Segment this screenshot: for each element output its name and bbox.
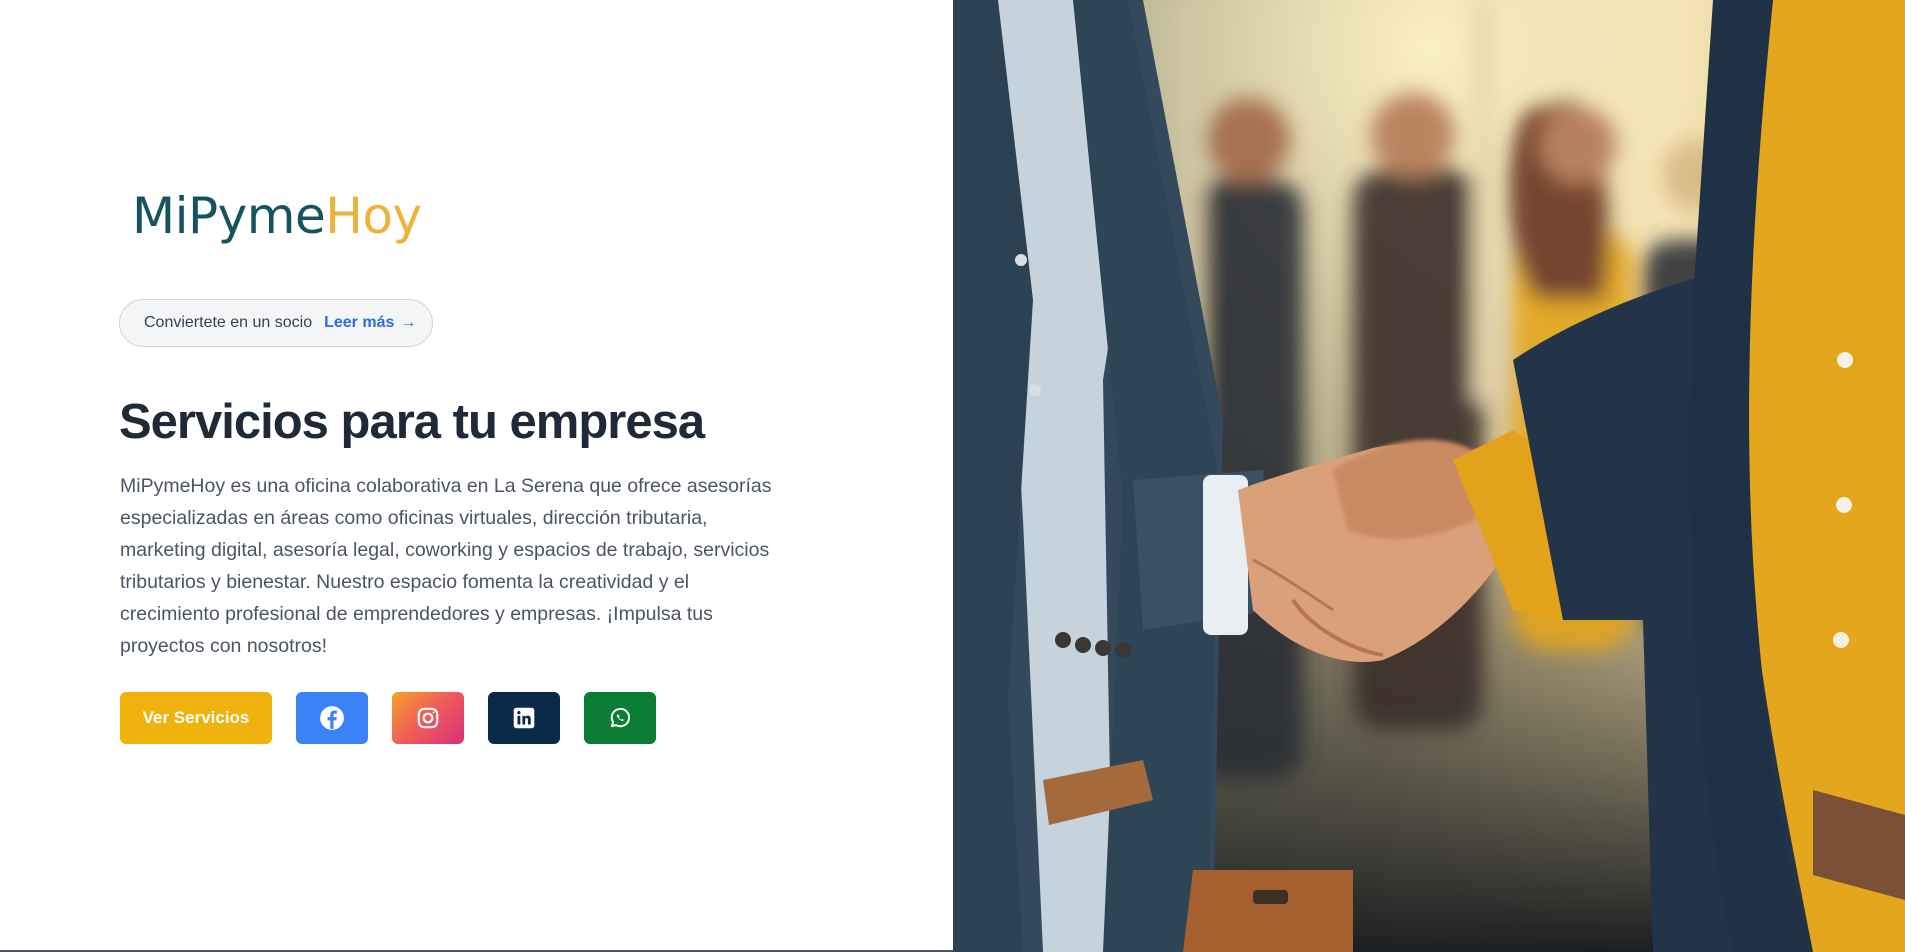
facebook-button[interactable] <box>296 692 368 744</box>
page: MiPymeHoy Conviertete en un socio Leer m… <box>0 0 1905 952</box>
whatsapp-button[interactable] <box>584 692 656 744</box>
linkedin-icon <box>511 705 537 731</box>
page-title: Servicios para tu empresa <box>119 395 705 449</box>
instagram-button[interactable] <box>392 692 464 744</box>
read-more-label: Leer más <box>324 314 395 331</box>
facebook-icon <box>319 705 345 731</box>
logo-part-hoy: Hoy <box>325 187 422 245</box>
hero-actions: Ver Servicios <box>120 692 656 744</box>
logo-part-mipyme: MiPyme <box>132 187 326 245</box>
hero-image <box>953 0 1905 952</box>
instagram-icon <box>415 705 441 731</box>
brand-logo[interactable]: MiPymeHoy <box>132 186 422 246</box>
hero-left-panel: MiPymeHoy Conviertete en un socio Leer m… <box>0 0 953 952</box>
arrow-right-icon: → <box>400 314 417 331</box>
linkedin-button[interactable] <box>488 692 560 744</box>
hero-description: MiPymeHoy es una oficina colaborativa en… <box>120 475 772 657</box>
announcement-text: Conviertete en un socio <box>144 314 313 331</box>
announcement-pill: Conviertete en un socio Leer más → <box>119 299 433 347</box>
view-services-button[interactable]: Ver Servicios <box>120 692 272 744</box>
handshake-photo <box>953 0 1905 952</box>
whatsapp-icon <box>607 705 633 731</box>
read-more-link[interactable]: Leer más → <box>324 314 416 332</box>
